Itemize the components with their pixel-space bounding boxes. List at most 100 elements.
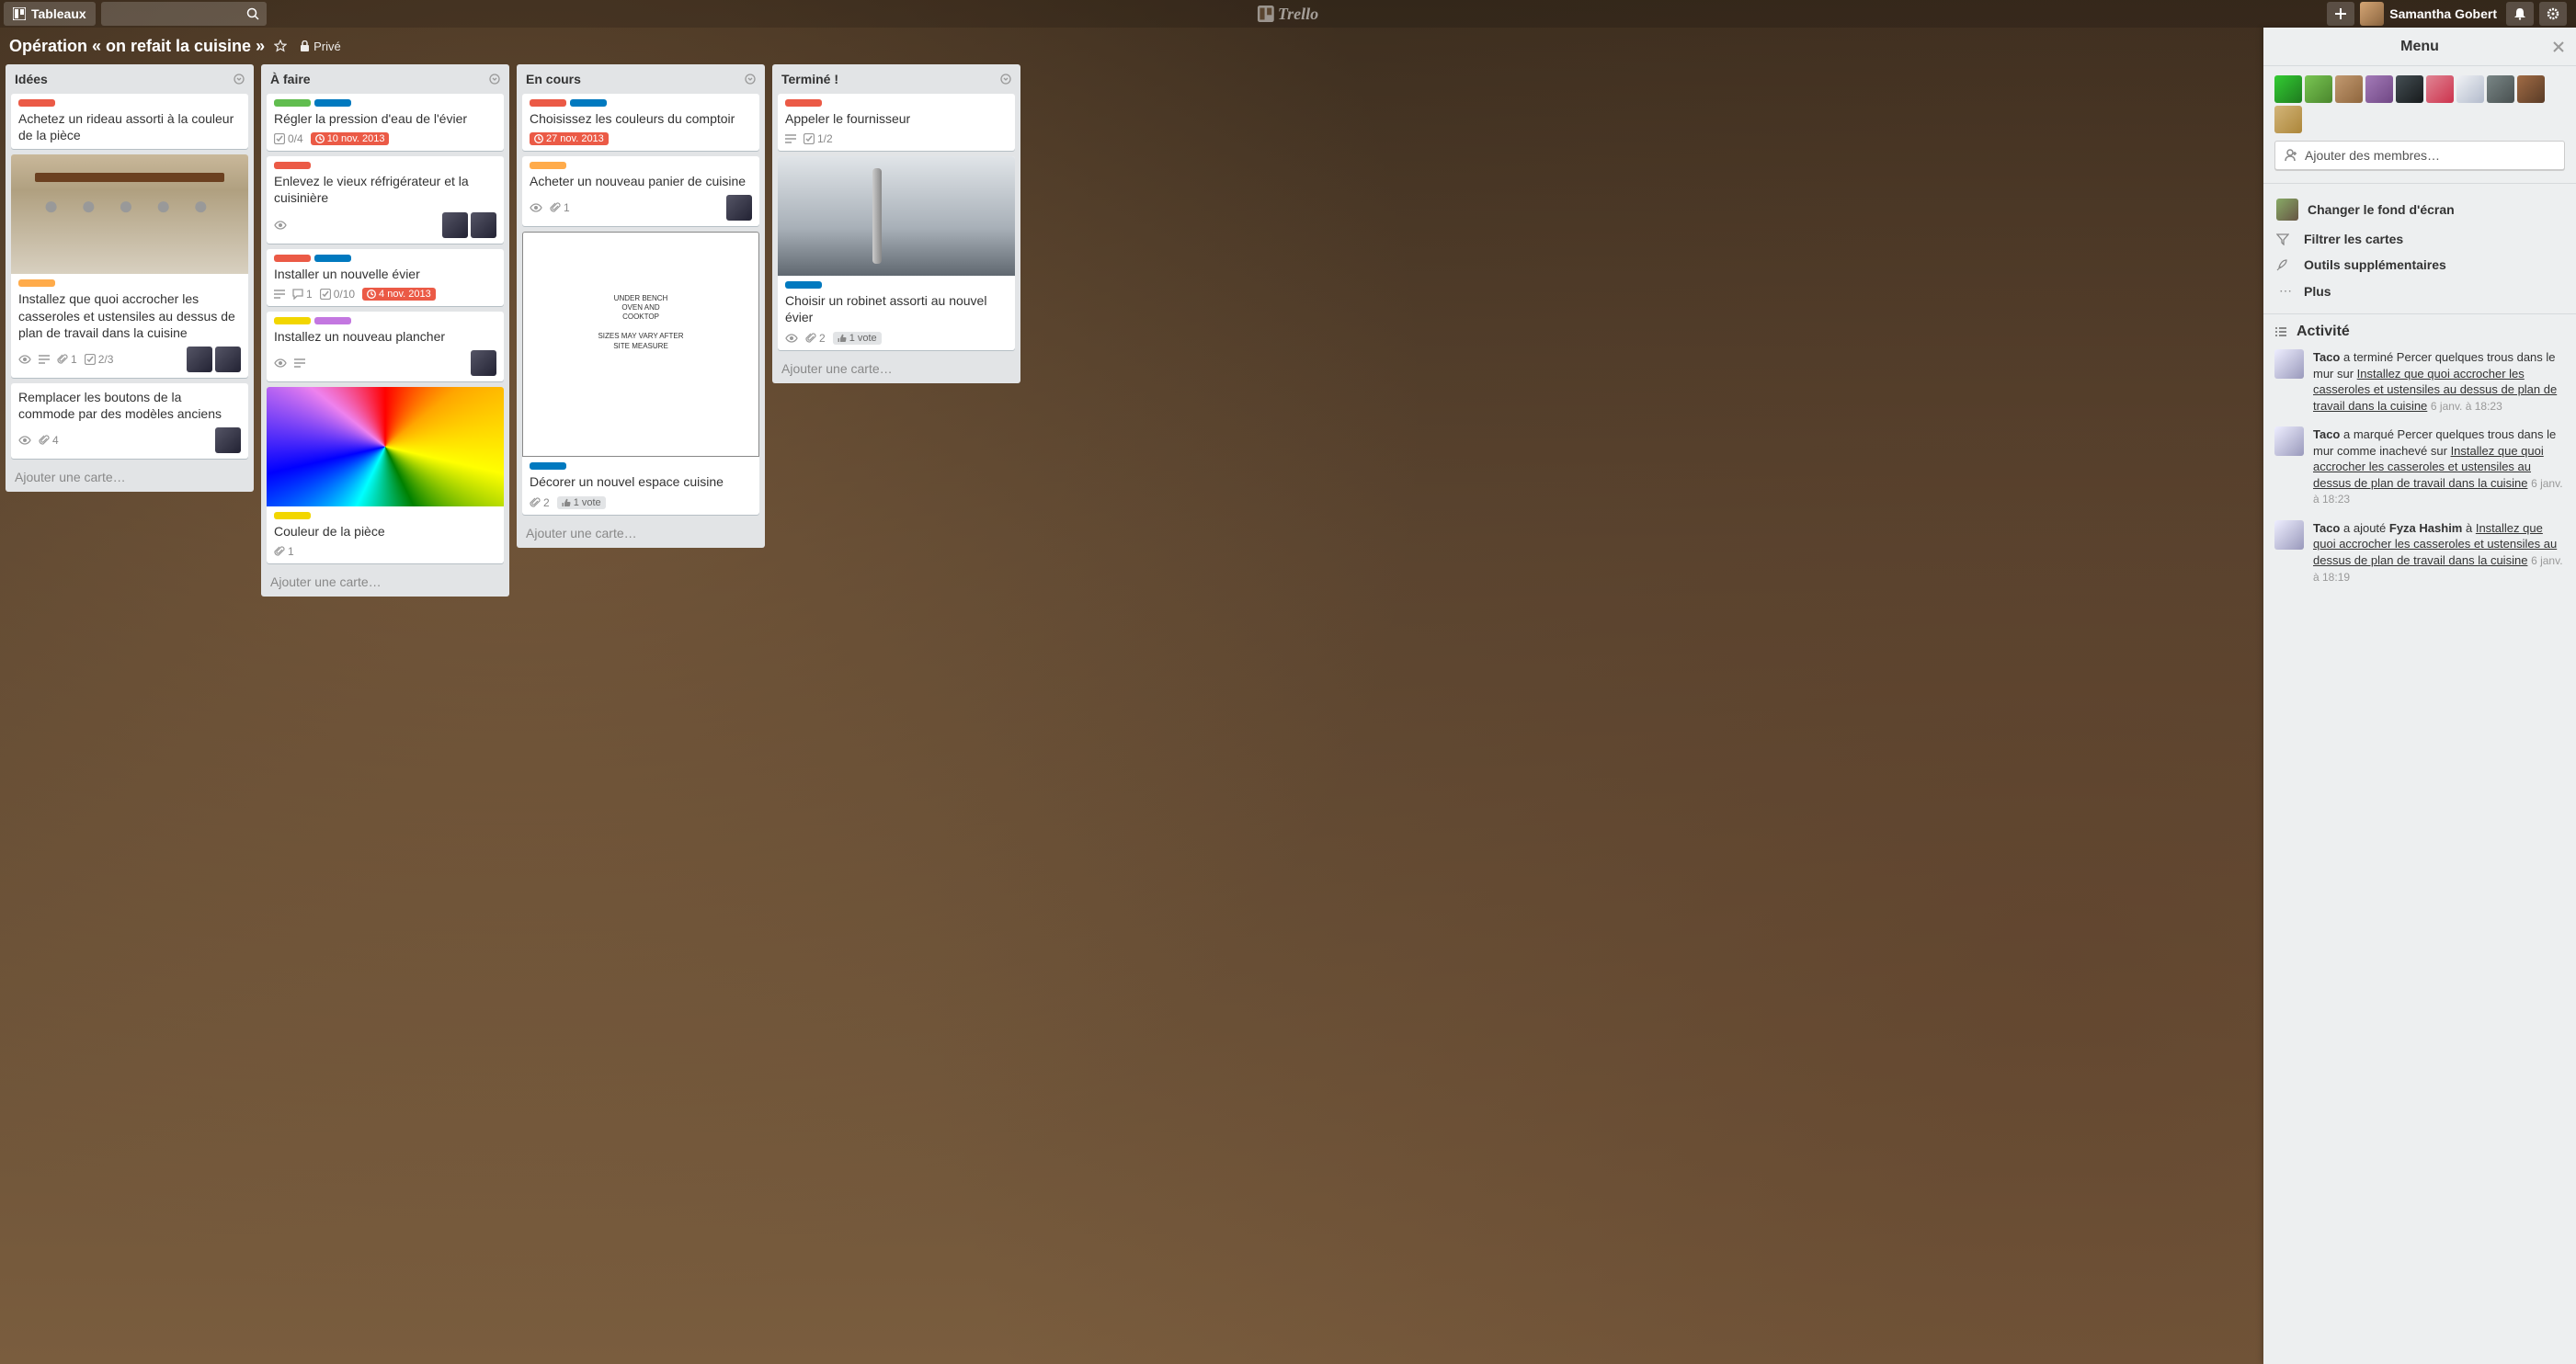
activity-avatar[interactable] [2274,349,2304,379]
member-avatar[interactable] [726,195,752,221]
list-menu-button[interactable] [1000,74,1011,85]
board-member-avatar[interactable] [2274,106,2302,133]
subscribed-badge [274,358,287,368]
card[interactable]: Installez un nouveau plancher [267,312,504,381]
card[interactable]: Couleur de la pièce 1 [267,387,504,563]
privacy-button[interactable]: Privé [300,40,341,53]
card-members [726,195,752,221]
activity-link[interactable]: Installez que quoi accrocher les cassero… [2313,444,2544,490]
list-menu-button[interactable] [489,74,500,85]
label-red[interactable] [274,162,311,169]
card[interactable]: Installer un nouvelle évier 1 0/10 4 nov… [267,249,504,306]
username[interactable]: Samantha Gobert [2389,6,2497,21]
member-avatar[interactable] [442,212,468,238]
search-input[interactable] [101,2,267,26]
vote-badge[interactable]: 1 vote [833,332,882,345]
menu-close-button[interactable] [2552,40,2565,53]
card[interactable]: Achetez un rideau assorti à la couleur d… [11,94,248,149]
member-avatar[interactable] [215,347,241,372]
label-blue[interactable] [314,255,351,262]
board-member-avatar[interactable] [2517,75,2545,103]
card[interactable]: Acheter un nouveau panier de cuisine 1 [522,156,759,226]
label-red[interactable] [18,99,55,107]
add-button[interactable] [2327,2,2354,26]
top-header: Tableaux Trello Samantha Gobert [0,0,2576,28]
add-card-button[interactable]: Ajouter une carte… [6,462,254,492]
menu-item-tools[interactable]: Outils supplémentaires [2274,252,2565,278]
card-title: Enlevez le vieux réfrigérateur et la cui… [274,173,496,206]
label-orange[interactable] [530,162,566,169]
board-member-avatar[interactable] [2305,75,2332,103]
add-card-button[interactable]: Ajouter une carte… [772,354,1020,383]
vote-badge[interactable]: 1 vote [557,496,606,509]
add-card-button[interactable]: Ajouter une carte… [261,567,509,597]
label-blue[interactable] [314,99,351,107]
menu-item-filter[interactable]: Filtrer les cartes [2274,226,2565,252]
list-title[interactable]: Idées [15,72,48,86]
list: En cours Choisissez les couleurs du comp… [517,64,765,548]
list-title[interactable]: À faire [270,72,311,86]
label-orange[interactable] [18,279,55,287]
card[interactable]: Régler la pression d'eau de l'évier 0/4 … [267,94,504,151]
card[interactable]: Décorer un nouvel espace cuisine 2 1 vot… [522,232,759,514]
close-icon [2552,40,2565,53]
list-title[interactable]: En cours [526,72,581,86]
label-yellow[interactable] [274,512,311,519]
member-avatar[interactable] [471,350,496,376]
settings-button[interactable] [2539,2,2567,26]
activity-item: Taco a marqué Percer quelques trous dans… [2274,426,2565,507]
card-title: Régler la pression d'eau de l'évier [274,110,496,127]
label-yellow[interactable] [274,317,311,324]
description-badge [39,355,50,364]
member-avatar[interactable] [215,427,241,453]
activity-avatar[interactable] [2274,520,2304,550]
chevron-down-icon [1000,74,1011,85]
label-purple[interactable] [314,317,351,324]
card[interactable]: Choisir un robinet assorti au nouvel évi… [778,156,1015,349]
add-card-button[interactable]: Ajouter une carte… [517,518,765,548]
member-avatar[interactable] [471,212,496,238]
menu-item-background[interactable]: Changer le fond d'écran [2274,193,2565,226]
card[interactable]: Installez que quoi accrocher les cassero… [11,154,248,378]
checklist-badge: 0/4 [274,132,303,145]
add-members-button[interactable]: Ajouter des membres… [2274,141,2565,170]
menu-header: Menu [2263,28,2576,66]
label-blue[interactable] [570,99,607,107]
card-badges: 27 nov. 2013 [530,132,752,145]
board-member-avatar[interactable] [2487,75,2514,103]
label-red[interactable] [530,99,566,107]
board-member-avatar[interactable] [2426,75,2454,103]
card[interactable]: Remplacer les boutons de la commode par … [11,383,248,459]
card-badges: 1 [530,195,752,221]
gear-icon [2547,7,2559,20]
boards-button[interactable]: Tableaux [4,2,96,26]
label-green[interactable] [274,99,311,107]
label-blue[interactable] [530,462,566,470]
user-avatar[interactable] [2360,2,2384,26]
label-red[interactable] [785,99,822,107]
activity-title: Activité [2297,324,2350,340]
brand-logo[interactable]: Trello [1258,5,1318,24]
member-avatar[interactable] [187,347,212,372]
label-blue[interactable] [785,281,822,289]
board-title[interactable]: Opération « on refait la cuisine » [9,37,265,56]
card-badges: 2 1 vote [530,496,752,509]
menu-item-more[interactable]: ⋯ Plus [2274,278,2565,304]
list: À faire Régler la pression d'eau de l'év… [261,64,509,597]
list-menu-button[interactable] [234,74,245,85]
list-title[interactable]: Terminé ! [781,72,838,86]
board-member-avatar[interactable] [2396,75,2423,103]
board-member-avatar[interactable] [2274,75,2302,103]
menu-panel: Menu Ajouter des membres… Changer le fon… [2263,28,2576,1364]
star-button[interactable] [274,40,287,52]
board-member-avatar[interactable] [2456,75,2484,103]
list-menu-button[interactable] [745,74,756,85]
board-member-avatar[interactable] [2335,75,2363,103]
board-member-avatar[interactable] [2365,75,2393,103]
notifications-button[interactable] [2506,2,2534,26]
card[interactable]: Enlevez le vieux réfrigérateur et la cui… [267,156,504,243]
card[interactable]: Appeler le fournisseur 1/2 [778,94,1015,151]
activity-avatar[interactable] [2274,426,2304,456]
card[interactable]: Choisissez les couleurs du comptoir 27 n… [522,94,759,151]
label-red[interactable] [274,255,311,262]
